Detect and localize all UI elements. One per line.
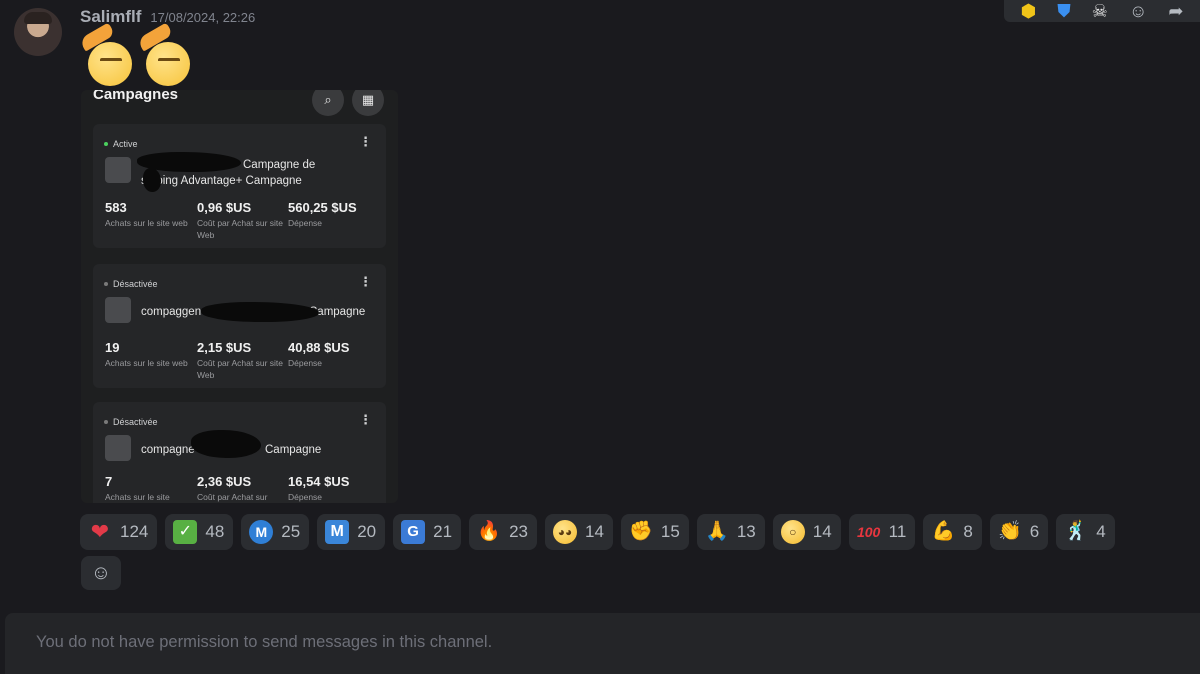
message-composer: You do not have permission to send messa… [5,613,1200,674]
reaction-heart[interactable]: ❤ 124 [80,514,158,550]
campaign-card: Désactivée ⋮ compaggen Campagne 19 Achat… [93,264,386,388]
status-label: Désactivée [113,417,158,427]
status-dot-icon [104,420,108,424]
dancer-icon: 🕺 [1064,521,1089,542]
m-square-icon: M [325,520,350,544]
message-toolbar: ⬢ ⛊ ☠ ☺ ➦ [1004,0,1200,22]
reaction-count: 4 [1096,522,1106,541]
astonished-face-icon: ○ [780,520,805,544]
campaign-status: Active [104,139,138,149]
reaction-count: 13 [736,522,756,541]
reaction-pleading-face[interactable]: ◕◕ 14 [544,514,613,550]
more-options-icon: ⋮ [359,412,372,427]
reaction-count: 48 [205,522,225,541]
saluting-face-icon [78,22,132,86]
metric-purchases: 19 Achats sur le site web [105,340,188,368]
reaction-count: 23 [509,522,528,541]
campaign-thumbnail [105,435,131,461]
reaction-count: 6 [1029,522,1040,541]
reaction-count: 21 [433,522,453,541]
metric-cost-per-purchase: 0,96 $US Coût par Achat sur site Web [197,200,283,240]
reactions-bar: ❤ 124 ✓ 48 M 25 M 20 G 21 🔥 23 ◕◕ 14 ✊ 1… [80,514,1115,550]
reaction-folded-hands[interactable]: 🙏 13 [696,514,765,550]
metric-cost-per-purchase: 2,15 $US Coût par Achat sur site Web [197,340,283,380]
reaction-g[interactable]: G 21 [393,514,462,550]
message-emoji-content [78,22,190,86]
reaction-dancer[interactable]: 🕺 4 [1056,514,1115,550]
campaign-card: Active ⋮ Campagne de s pping Advantage+ … [93,124,386,248]
reaction-count: 14 [812,522,832,541]
status-label: Active [113,139,138,149]
shield-icon[interactable]: ⛊ [1057,1,1071,21]
reaction-count: 20 [357,522,377,541]
clapping-hands-icon: 👏 [997,521,1022,542]
redaction-mark [191,430,261,458]
status-dot-icon [104,282,108,286]
reaction-count: 124 [120,522,149,541]
reaction-flexed-biceps[interactable]: 💪 8 [923,514,982,550]
campaign-thumbnail [105,157,131,183]
reaction-hundred[interactable]: 100 11 [848,514,916,550]
user-avatar[interactable] [14,8,62,56]
metric-purchases: 583 Achats sur le site web [105,200,188,228]
redaction-mark [201,302,319,322]
add-reaction-icon: ☺ [90,561,112,584]
username[interactable]: Salimflf [80,7,141,27]
campaign-status: Désactivée [104,417,158,427]
metric-purchases: 7 Achats sur le site [105,474,170,502]
saluting-face-icon [136,22,190,86]
g-icon: G [401,520,426,544]
reaction-count: 25 [281,522,301,541]
reaction-count: 15 [660,522,680,541]
reaction-fire[interactable]: 🔥 23 [469,514,537,550]
campaign-status: Désactivée [104,279,158,289]
search-icon: ⌕ [312,90,344,116]
skull-icon[interactable]: ☠ [1092,1,1108,21]
status-dot-icon [104,142,108,146]
metric-spend: 560,25 $US Dépense [288,200,357,228]
hundred-points-icon: 100 [856,524,881,540]
fire-icon: 🔥 [477,521,501,542]
badge-icon[interactable]: ⬢ [1021,1,1037,21]
heart-icon: ❤ [90,519,110,544]
reaction-check[interactable]: ✓ 48 [165,514,234,550]
reaction-astonished-face[interactable]: ○ 14 [772,514,841,550]
image-attachment[interactable]: Campagnes ⌕ ▦ Active ⋮ Campagne de s ppi… [81,90,398,503]
m-circle-icon: M [249,520,274,544]
timestamp: 17/08/2024, 22:26 [150,10,256,25]
campaign-thumbnail [105,297,131,323]
add-reaction-button[interactable]: ☺ [81,556,121,590]
add-reaction-icon[interactable]: ☺ [1129,1,1147,21]
reaction-clapping-hands[interactable]: 👏 6 [989,514,1049,550]
more-options-icon: ⋮ [359,274,372,289]
forward-icon[interactable]: ➦ [1168,1,1183,21]
metric-cost-per-purchase: 2,36 $US Coût par Achat sur [197,474,268,502]
reaction-count: 11 [888,522,907,541]
campaign-card: Désactivée ⋮ compagne Campagne 7 Achats … [93,402,386,503]
reaction-count: 8 [963,522,973,541]
reaction-fist[interactable]: ✊ 15 [620,514,689,550]
reaction-count: 14 [584,522,604,541]
metric-spend: 40,88 $US Dépense [288,340,350,368]
metric-spend: 16,54 $US Dépense [288,474,350,502]
permission-notice: You do not have permission to send messa… [36,633,493,651]
folded-hands-icon: 🙏 [704,521,729,542]
flexed-biceps-icon: 💪 [931,521,956,542]
status-label: Désactivée [113,279,158,289]
grid-icon: ▦ [352,90,384,116]
attachment-title: Campagnes [93,90,179,103]
more-options-icon: ⋮ [359,134,372,149]
pleading-face-icon: ◕◕ [552,520,577,544]
reaction-m-square[interactable]: M 20 [317,514,386,550]
check-mark-icon: ✓ [173,520,198,544]
redaction-mark [143,168,161,192]
reaction-m-circle[interactable]: M 25 [241,514,310,550]
fist-icon: ✊ [629,521,653,542]
